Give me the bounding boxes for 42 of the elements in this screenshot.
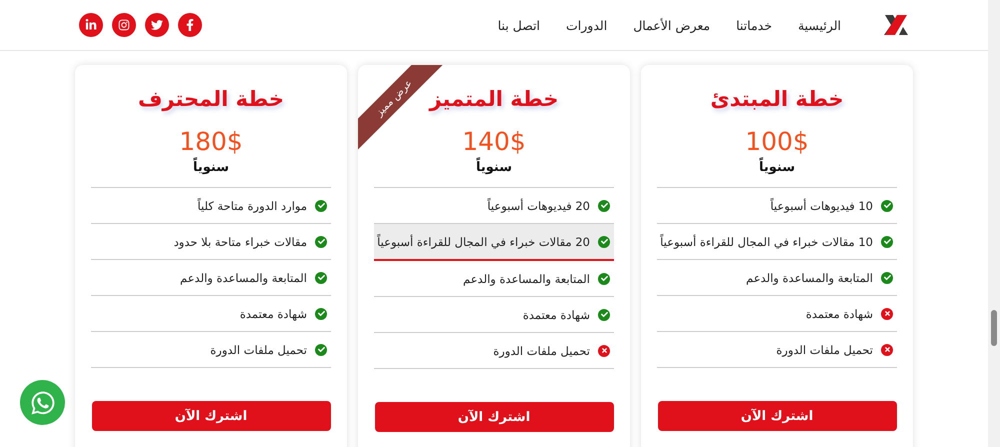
- feature-text: تحميل ملفات الدورة: [210, 342, 307, 356]
- subscribe-button[interactable]: اشترك الآن: [374, 402, 614, 432]
- feature-text: شهادة معتمدة: [240, 306, 307, 320]
- nav-link[interactable]: خدماتنا: [736, 18, 772, 32]
- nav-link[interactable]: الرئيسية: [798, 18, 841, 32]
- nav-link[interactable]: معرض الأعمال: [633, 18, 710, 32]
- instagram-button[interactable]: [112, 13, 136, 37]
- subscribe-button[interactable]: اشترك الآن: [658, 401, 896, 431]
- plan-title: خطة المحترف: [138, 87, 284, 111]
- twitter-button[interactable]: [145, 13, 169, 37]
- subscribe-button[interactable]: اشترك الآن: [92, 401, 330, 431]
- linkedin-icon: [85, 19, 97, 31]
- feature-text: تحميل ملفات الدورة: [776, 342, 873, 356]
- linkedin-button[interactable]: [79, 13, 103, 37]
- feature-text: المتابعة والمساعدة والدعم: [180, 270, 307, 284]
- feature-text: المتابعة والمساعدة والدعم: [746, 270, 873, 284]
- logo-icon: [883, 13, 909, 37]
- whatsapp-button[interactable]: [20, 380, 65, 425]
- feature-text: 20 فيديوهات أسبوعياً: [487, 198, 590, 212]
- feature-text: شهادة معتمدة: [522, 308, 590, 322]
- scrollbar-thumb[interactable]: [991, 310, 997, 346]
- plan-price: 180$: [179, 127, 243, 156]
- plan-title: خطة المبتدئ: [710, 87, 844, 111]
- whatsapp-icon: [30, 390, 56, 416]
- feature-text: مقالات خبراء متاحة بلا حدود: [174, 234, 307, 248]
- nav-link[interactable]: الدورات: [566, 18, 608, 32]
- feature-text: موارد الدورة متاحة كلياً: [198, 198, 307, 212]
- feature-text: 10 مقالات خبراء في المجال للقراءة أسبوعياً: [660, 234, 873, 248]
- facebook-button[interactable]: [178, 13, 202, 37]
- feature-text: المتابعة والمساعدة والدعم: [463, 272, 590, 286]
- scrollbar[interactable]: [988, 0, 1000, 447]
- feature-text: 20 مقالات خبراء في المجال للقراءة أسبوعياً: [377, 234, 590, 248]
- facebook-icon: [184, 19, 196, 31]
- twitter-icon: [151, 19, 163, 31]
- plan-price: 100$: [745, 127, 809, 156]
- plan-title: خطة المتميز: [429, 87, 559, 111]
- feature-text: تحميل ملفات الدورة: [493, 344, 590, 358]
- feature-text: شهادة معتمدة: [806, 306, 873, 320]
- plan-price: 140$: [462, 127, 526, 156]
- instagram-icon: [118, 19, 130, 31]
- nav-link[interactable]: اتصل بنا: [498, 18, 540, 32]
- feature-text: 10 فيديوهات أسبوعياً: [770, 198, 873, 212]
